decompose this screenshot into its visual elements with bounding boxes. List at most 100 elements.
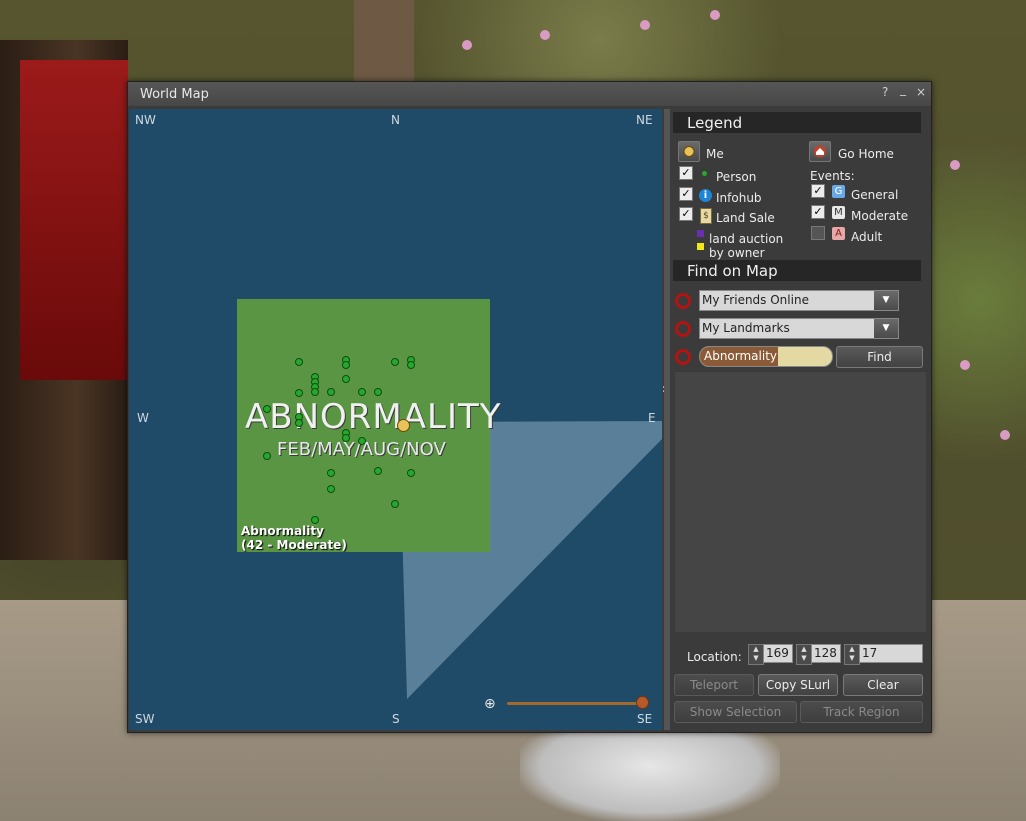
close-button[interactable]: ×	[916, 85, 926, 99]
avatar-icon	[683, 146, 695, 157]
teleport-button[interactable]: Teleport	[674, 674, 754, 696]
avatar-dot	[391, 500, 399, 508]
location-x-field[interactable]: 169	[763, 644, 793, 663]
avatar-dot	[391, 358, 399, 366]
scenery-avatar	[520, 730, 780, 821]
track-region-button[interactable]: Track Region	[800, 701, 923, 723]
location-y-field[interactable]: 128	[811, 644, 841, 663]
location-z-field[interactable]: 17	[859, 644, 923, 663]
region-label: Abnormality (42 - Moderate)	[241, 524, 347, 552]
z-stepper[interactable]: ▲ ▼	[844, 644, 860, 665]
scenery-flower	[710, 10, 720, 20]
world-map-canvas[interactable]: ABNORMALITY FEB/MAY/AUG/NOV Abnormality …	[129, 109, 662, 730]
land-auction-label: land auction	[709, 232, 784, 246]
compass-sw: SW	[135, 712, 155, 726]
search-results-list[interactable]	[674, 371, 927, 633]
by-owner-swatch	[697, 243, 704, 250]
infohub-checkbox[interactable]: ✓	[679, 187, 693, 201]
clear-button[interactable]: Clear	[843, 674, 923, 696]
land-sale-icon: $	[700, 208, 712, 224]
me-icon[interactable]	[678, 141, 700, 162]
compass-w: W	[137, 411, 149, 425]
events-label: Events:	[810, 169, 855, 183]
me-label: Me	[706, 147, 724, 161]
scenery-flower	[1000, 430, 1010, 440]
chevron-down-icon[interactable]: ▼	[874, 291, 898, 310]
adult-badge: A	[832, 227, 845, 240]
zoom-icon[interactable]: ⊕	[484, 696, 496, 712]
location-label: Location:	[687, 650, 742, 664]
avatar-dot	[342, 361, 350, 369]
help-button[interactable]: ?	[882, 85, 888, 99]
compass-e: E	[648, 411, 656, 425]
avatar-dot	[342, 434, 350, 442]
avatar-dot	[342, 375, 350, 383]
by-owner-label: by owner	[709, 246, 765, 260]
panel-splitter[interactable]	[664, 109, 670, 730]
moderate-checkbox[interactable]: ✓	[811, 205, 825, 219]
legend-header: Legend	[673, 112, 921, 133]
friends-beacon-icon	[675, 293, 691, 309]
scenery-flower	[640, 20, 650, 30]
avatar-dot	[263, 405, 271, 413]
compass-se: SE	[637, 712, 653, 726]
compass-n: N	[391, 113, 400, 127]
friends-online-value: My Friends Online	[702, 293, 809, 307]
land-auction-swatch	[697, 230, 704, 237]
friends-online-combo[interactable]: My Friends Online ▼	[699, 290, 899, 311]
legend-panel: Legend Me Go Home ✓ Person ✓ i Infohub ✓…	[673, 109, 929, 730]
scenery-banner	[20, 60, 128, 380]
search-input[interactable]	[704, 348, 828, 364]
region-search-field[interactable]	[699, 346, 833, 367]
avatar-dot	[358, 388, 366, 396]
adult-checkbox[interactable]	[811, 226, 825, 240]
region-name: Abnormality	[241, 524, 324, 538]
copy-slurl-button[interactable]: Copy SLurl	[758, 674, 838, 696]
land-sale-checkbox[interactable]: ✓	[679, 207, 693, 221]
avatar-dot	[263, 452, 271, 460]
minimize-button[interactable]: _	[900, 82, 906, 96]
go-home-button[interactable]	[809, 141, 831, 162]
search-beacon-icon	[675, 349, 691, 365]
x-stepper[interactable]: ▲ ▼	[748, 644, 764, 665]
scenery-flower	[950, 160, 960, 170]
avatar-dot	[295, 419, 303, 427]
moderate-badge: M	[832, 206, 845, 219]
avatar-dot	[295, 389, 303, 397]
avatar-dot	[327, 485, 335, 493]
compass-ne: NE	[636, 113, 653, 127]
avatar-dot	[407, 361, 415, 369]
zoom-slider[interactable]	[507, 702, 641, 705]
scenery-flower	[462, 40, 472, 50]
show-selection-button[interactable]: Show Selection	[674, 701, 797, 723]
general-badge: G	[832, 185, 845, 198]
infohub-label: Infohub	[716, 191, 762, 205]
scenery-post	[354, 0, 414, 82]
scenery-flower	[540, 30, 550, 40]
chevron-down-icon[interactable]: ▼	[874, 319, 898, 338]
region-abnormality[interactable]: ABNORMALITY FEB/MAY/AUG/NOV Abnormality …	[237, 299, 501, 552]
y-stepper[interactable]: ▲ ▼	[796, 644, 812, 665]
avatar-dot	[327, 469, 335, 477]
person-label: Person	[716, 170, 757, 184]
region-info: (42 - Moderate)	[241, 538, 347, 552]
find-button[interactable]: Find	[836, 346, 923, 368]
go-home-label: Go Home	[838, 147, 894, 161]
world-map-window: World Map ? _ × ABNORMALITY FEB/MAY/AUG/…	[127, 81, 932, 733]
person-dot-icon	[702, 171, 707, 176]
legend-title: Legend	[687, 114, 743, 132]
landmarks-combo[interactable]: My Landmarks ▼	[699, 318, 899, 339]
my-position-marker	[397, 419, 410, 432]
find-title: Find on Map	[687, 262, 778, 280]
title-bar[interactable]: World Map ? _ ×	[128, 82, 931, 106]
region-logo-title: ABNORMALITY	[245, 397, 502, 437]
general-checkbox[interactable]: ✓	[811, 184, 825, 198]
avatar-dot	[358, 437, 366, 445]
compass-nw: NW	[135, 113, 156, 127]
adult-label: Adult	[851, 230, 883, 244]
window-title: World Map	[140, 87, 209, 102]
zoom-slider-thumb[interactable]	[636, 696, 649, 709]
avatar-dot	[374, 467, 382, 475]
person-checkbox[interactable]: ✓	[679, 166, 693, 180]
moderate-label: Moderate	[851, 209, 909, 223]
